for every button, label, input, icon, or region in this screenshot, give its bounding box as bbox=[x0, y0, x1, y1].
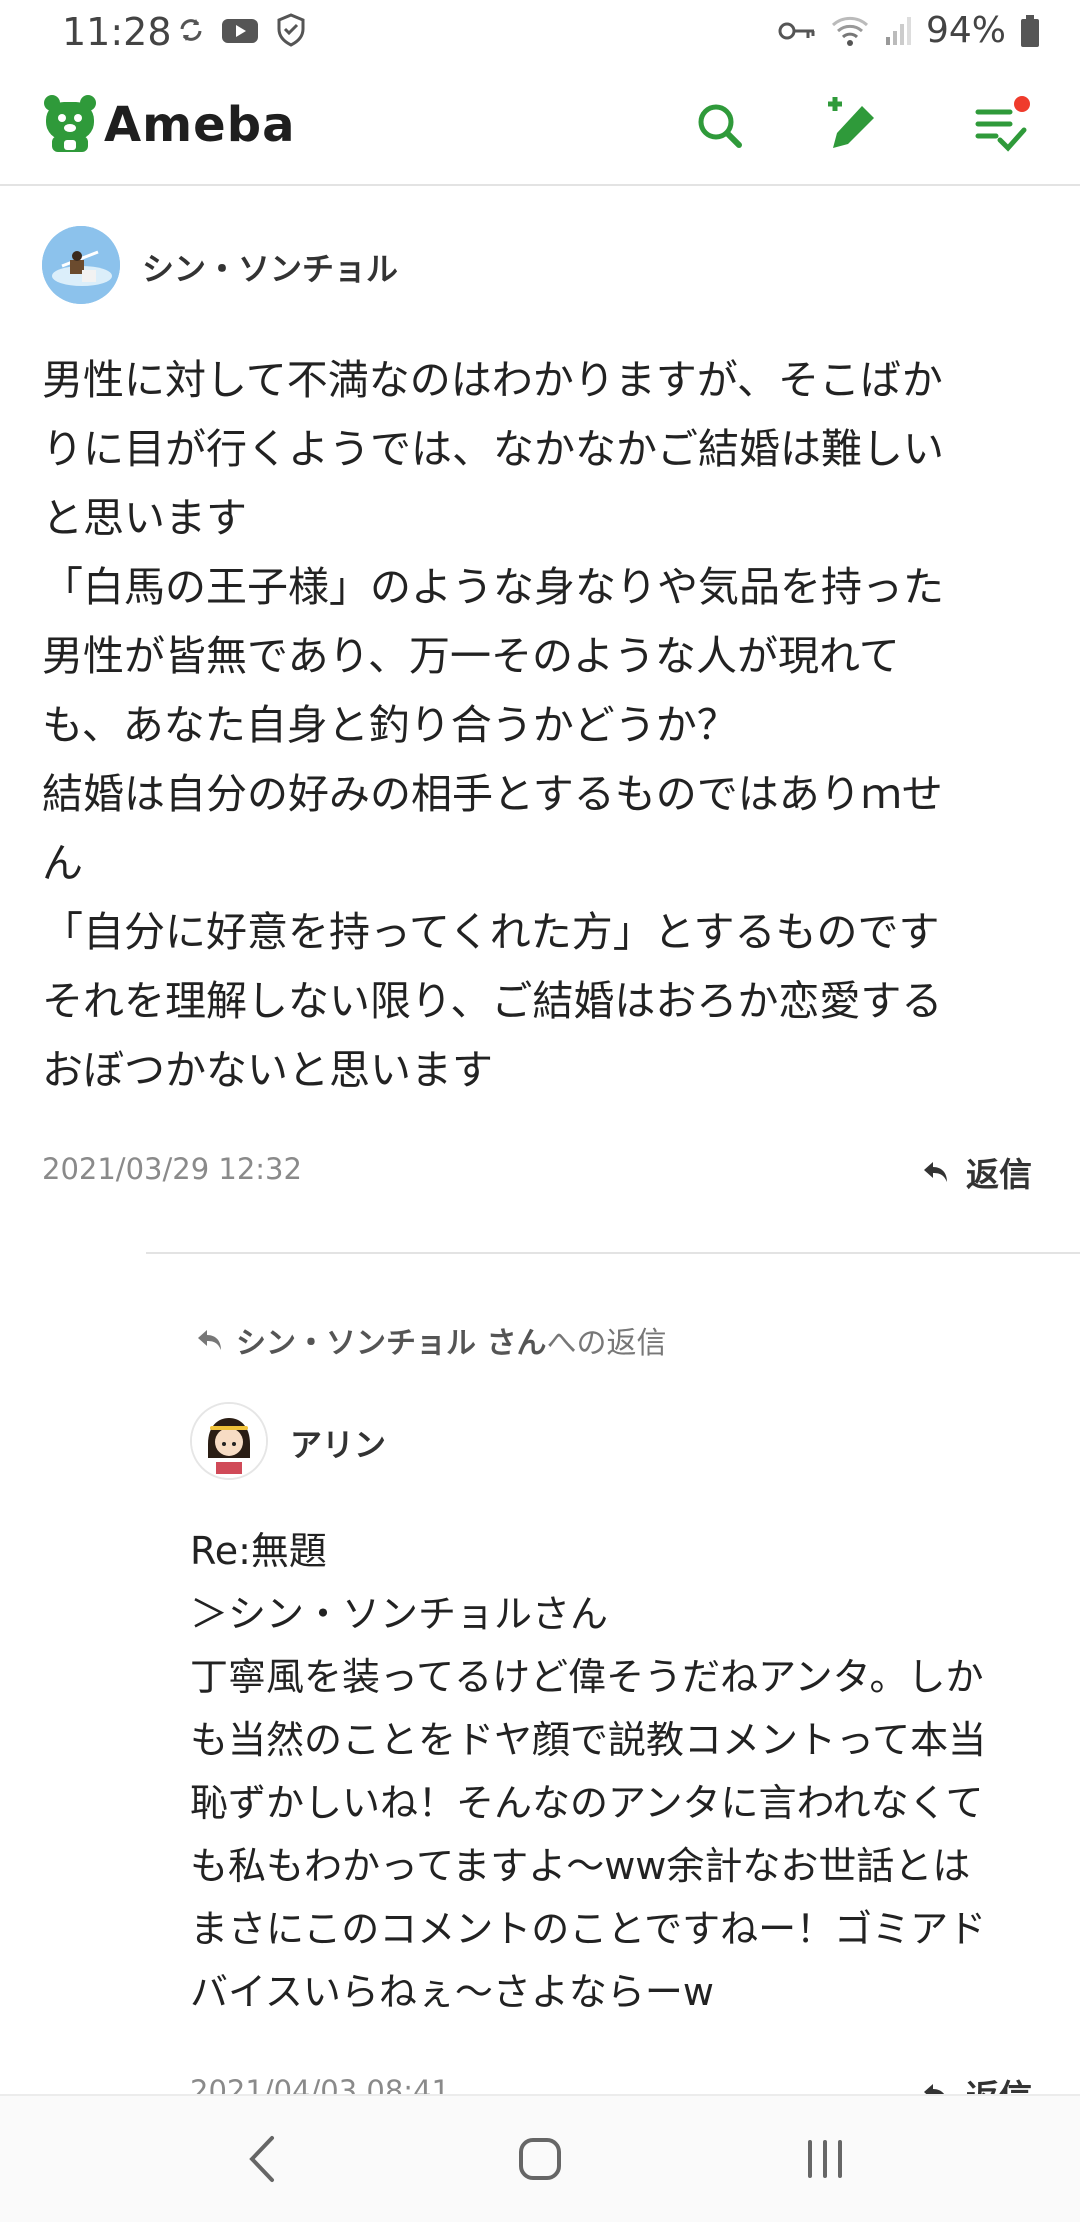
reply-to-line: シン・ソンチョル さんへの返信 bbox=[196, 1318, 666, 1362]
status-right: 94% bbox=[778, 10, 1040, 51]
reply-to-name[interactable]: シン・ソンチョル さん bbox=[236, 1326, 546, 1361]
key-icon bbox=[778, 22, 815, 39]
comment-body: 男性に対して不満なのはわかりますが、そこばか りに目が行くようでは、なかなかご結… bbox=[42, 356, 944, 1094]
status-bar: 11:28 94% bbox=[0, 0, 1080, 66]
comment-username[interactable]: シン・ソンチョル bbox=[142, 244, 398, 290]
reply-to-suffix: への返信 bbox=[546, 1326, 667, 1361]
reply-arrow-icon bbox=[924, 1162, 947, 1182]
home-icon[interactable] bbox=[515, 2132, 565, 2186]
logo-text: Ameba bbox=[104, 97, 296, 153]
notifications-icon[interactable] bbox=[972, 96, 1032, 156]
reply-arrow-icon bbox=[198, 1330, 221, 1350]
youtube-icon bbox=[222, 19, 258, 43]
reply-label: 返信 bbox=[966, 1155, 1032, 1194]
wifi-icon bbox=[831, 16, 869, 46]
comment-body: Re:無題 ＞シン・ソンチョルさん 丁寧風を装ってるけど偉そうだねアンタ。しか … bbox=[190, 1529, 987, 2014]
search-icon[interactable] bbox=[690, 96, 750, 156]
reply-button[interactable]: 返信 bbox=[922, 1148, 1032, 1196]
avatar-girl-icon bbox=[192, 1404, 266, 1478]
status-left-icons bbox=[176, 12, 308, 48]
comment-divider bbox=[146, 1252, 1080, 1254]
back-icon[interactable] bbox=[238, 2132, 288, 2186]
avatar[interactable] bbox=[190, 1402, 268, 1480]
battery-icon bbox=[1021, 14, 1039, 47]
battery-percent: 94% bbox=[925, 10, 1006, 51]
app-bar: Ameba bbox=[0, 66, 1080, 186]
status-time: 11:28 bbox=[62, 10, 172, 54]
signal-icon bbox=[885, 16, 911, 45]
avatar[interactable] bbox=[42, 226, 120, 304]
ameba-logo[interactable]: Ameba bbox=[42, 94, 295, 156]
avatar-illustration-icon bbox=[42, 226, 120, 304]
comment-username[interactable]: アリン bbox=[290, 1420, 386, 1466]
shield-icon bbox=[277, 13, 305, 47]
recents-icon[interactable] bbox=[800, 2132, 850, 2186]
new-post-icon[interactable] bbox=[822, 96, 882, 156]
sync-icon bbox=[180, 19, 202, 41]
comment-date: 2021/03/29 12:32 bbox=[42, 1152, 302, 1186]
ameba-mascot-icon bbox=[44, 95, 96, 152]
system-nav-bar bbox=[0, 2094, 1080, 2222]
